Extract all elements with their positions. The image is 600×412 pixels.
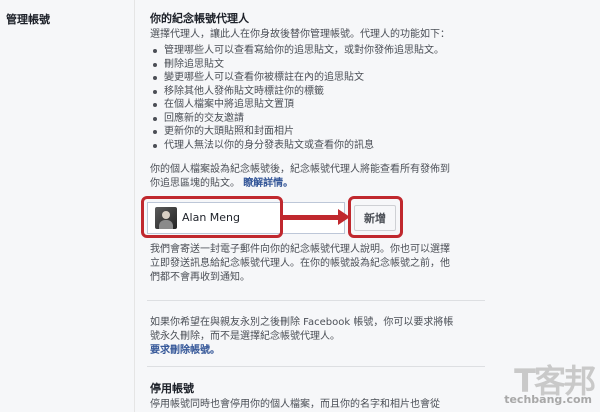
bullet-icon <box>153 143 157 148</box>
email-notice-line3: 們都不會再收到通知。 <box>150 272 250 283</box>
list-item: 管理哪些人可以查看寫給你的追思貼文，或對你發佈追思貼文。 <box>150 44 444 58</box>
settings-left-column: 管理帳號 <box>0 0 134 412</box>
memorial-info-line2: 你追思區塊的貼文。 瞭解詳情。 <box>150 178 294 189</box>
arrow-annotation <box>283 215 341 220</box>
delete-info-line2: 號永久刪除，而不是選擇紀念帳號代理人。 <box>150 331 340 342</box>
list-item: 回應新的交友邀請 <box>150 112 444 126</box>
bullet-icon <box>153 116 157 121</box>
name-highlight-box <box>141 196 283 238</box>
list-item: 變更哪些人可以查看你被標註在內的追思貼文 <box>150 71 444 85</box>
settings-content: 你的紀念帳號代理人 選擇代理人，讓此人在你身故後替你管理帳號。代理人的功能如下：… <box>135 0 600 412</box>
legacy-contact-title: 你的紀念帳號代理人 <box>150 12 249 25</box>
watermark-text: techbang.com <box>504 393 592 406</box>
section-divider <box>147 366 485 367</box>
manage-account-label: 管理帳號 <box>6 13 50 26</box>
email-notice-line1: 我們會寄送一封電子郵件向你的紀念帳號代理人說明。你也可以選擇 <box>150 244 450 255</box>
deactivate-info-line1: 停用帳號同時也會停用你的個人檔案，而且你的名字和相片也會從 <box>150 399 440 410</box>
section-divider <box>147 300 485 301</box>
legacy-intro-text: 選擇代理人，讓此人在你身故後替你管理帳號。代理人的功能如下： <box>150 29 450 40</box>
bullet-icon <box>153 89 157 94</box>
memorial-info-line1: 你的個人檔案設為紀念帳號後，紀念帳號代理人將能查看所有發佈到 <box>150 164 450 175</box>
bullet-icon <box>153 76 157 80</box>
deactivate-account-title: 停用帳號 <box>150 382 194 395</box>
watermark-logo: T客邦 techbang.com <box>502 356 596 406</box>
learn-more-link[interactable]: 瞭解詳情。 <box>243 178 293 189</box>
bullet-icon <box>153 130 157 134</box>
button-highlight-box <box>348 196 403 238</box>
email-notice-line2: 立即發送訊息給紀念帳號代理人。在你的帳號設為紀念帳號之前，他 <box>150 258 450 269</box>
list-item: 更新你的大頭貼照和封面相片 <box>150 125 444 139</box>
list-item: 刪除追思貼文 <box>150 58 444 72</box>
bullet-icon <box>153 49 157 53</box>
list-item: 代理人無法以你的身分發表貼文或查看你的訊息 <box>150 139 444 153</box>
bullet-icon <box>153 62 157 67</box>
bullet-icon <box>153 103 157 107</box>
list-item: 移除其他人發佈貼文時標註你的標籤 <box>150 85 444 99</box>
legacy-permissions-list: 管理哪些人可以查看寫給你的追思貼文，或對你發佈追思貼文。 刪除追思貼文 變更哪些… <box>150 44 444 152</box>
delete-info-line1: 如果你希望在與親友永別之後刪除 Facebook 帳號，你可以要求將帳 <box>150 317 454 328</box>
request-deletion-link[interactable]: 要求刪除帳號。 <box>150 344 220 358</box>
list-item: 在個人檔案中將追思貼文置頂 <box>150 98 444 112</box>
